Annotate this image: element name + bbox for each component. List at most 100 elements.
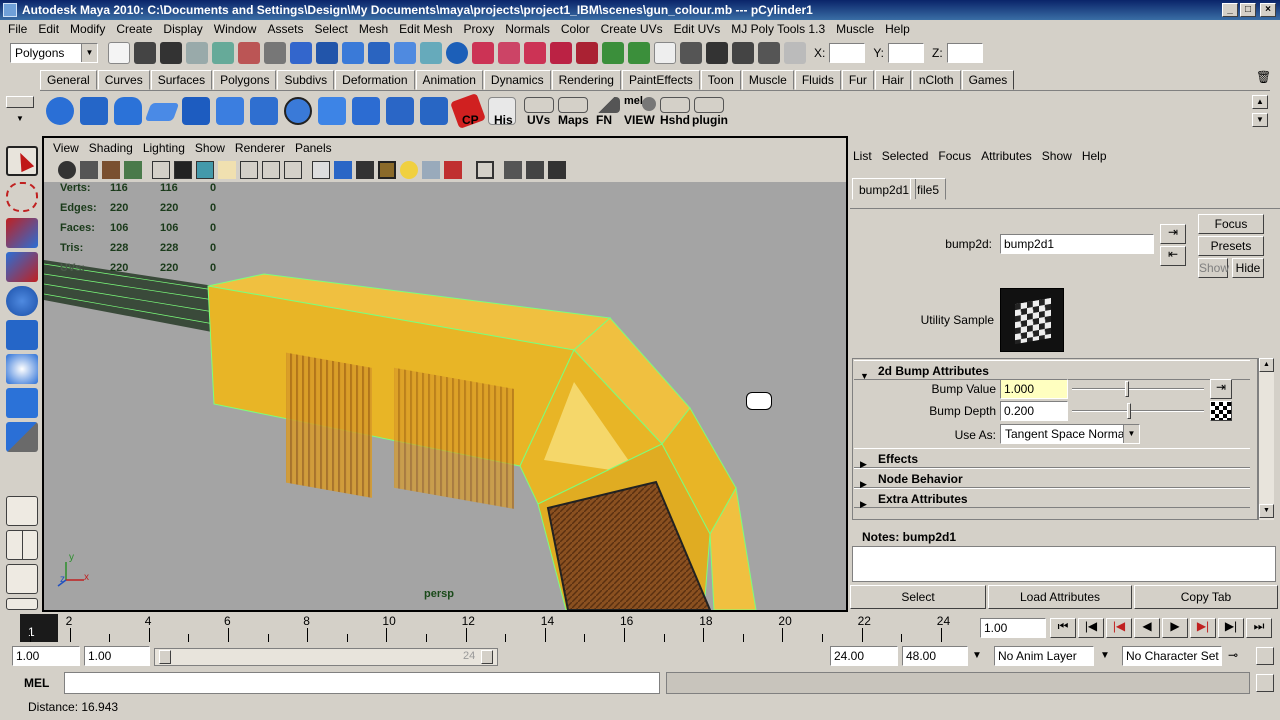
select-dynamics-icon[interactable] xyxy=(368,42,390,64)
poly-cube-icon[interactable] xyxy=(80,97,108,125)
minimize-button[interactable]: _ xyxy=(1222,3,1238,17)
z-field[interactable] xyxy=(946,43,983,63)
input-history-icon[interactable] xyxy=(602,42,624,64)
menu-color[interactable]: Color xyxy=(557,20,597,38)
extrude-icon[interactable] xyxy=(250,97,278,125)
transform-input-icon[interactable] xyxy=(784,42,806,64)
character-set-menu-icon[interactable]: ▼ xyxy=(1100,650,1110,661)
key-icon[interactable]: ⊸ xyxy=(1228,648,1238,662)
menu-select[interactable]: Select xyxy=(310,20,354,38)
image-plane-icon[interactable] xyxy=(124,161,142,179)
ae-menu-attributes[interactable]: Attributes xyxy=(976,146,1037,166)
select-curves-icon[interactable] xyxy=(290,42,312,64)
section-node-behavior[interactable]: ▶ Node Behavior xyxy=(854,468,1250,489)
menu-edit-uvs[interactable]: Edit UVs xyxy=(670,20,728,38)
render-current-icon[interactable] xyxy=(680,42,702,64)
extract-icon[interactable] xyxy=(420,97,448,125)
safe-action-icon[interactable] xyxy=(262,161,280,179)
textured-icon[interactable] xyxy=(378,161,396,179)
maps-icon[interactable] xyxy=(558,97,588,113)
shelf-tab-animation[interactable]: Animation xyxy=(415,70,483,90)
lock-selection-icon[interactable] xyxy=(446,42,468,64)
snap-grid-icon[interactable] xyxy=(472,42,494,64)
single-perspective-layout-icon[interactable] xyxy=(6,496,38,526)
select-surfaces-icon[interactable] xyxy=(316,42,338,64)
y-field[interactable] xyxy=(888,43,925,63)
hardware-texturing-icon[interactable] xyxy=(444,161,462,179)
menu-muscle[interactable]: Muscle xyxy=(832,20,881,38)
bump-depth-slider[interactable] xyxy=(1072,401,1204,421)
step-back-key-icon[interactable]: |◀ xyxy=(1106,618,1132,638)
scale-tool-icon[interactable] xyxy=(6,320,38,350)
xray-components-icon[interactable] xyxy=(548,161,566,179)
lights-icon[interactable] xyxy=(400,161,418,179)
mel-gear-icon[interactable] xyxy=(642,97,656,111)
menu-mj-poly-tools-1-3[interactable]: MJ Poly Tools 1.3 xyxy=(727,20,832,38)
gate-mask-icon[interactable] xyxy=(218,161,236,179)
shelf-tab-deformation[interactable]: Deformation xyxy=(335,70,415,90)
menu-proxy[interactable]: Proxy xyxy=(460,20,502,38)
make-live-icon[interactable] xyxy=(576,42,598,64)
ae-menu-selected[interactable]: Selected xyxy=(877,146,934,166)
construction-history-icon[interactable] xyxy=(654,42,676,64)
new-scene-icon[interactable] xyxy=(108,42,130,64)
copy-tab-button[interactable]: Copy Tab xyxy=(1134,585,1278,609)
menu-edit-mesh[interactable]: Edit Mesh xyxy=(395,20,459,38)
anim-layer-field[interactable]: No Anim Layer xyxy=(994,646,1094,666)
presets-button[interactable]: Presets xyxy=(1198,236,1264,256)
range-end-handle[interactable] xyxy=(481,650,493,664)
menu-set-select[interactable]: Polygons ▼ xyxy=(10,43,98,63)
scroll-down-icon[interactable]: ▼ xyxy=(1259,504,1274,518)
uvs-icon[interactable] xyxy=(524,97,554,113)
output-history-icon[interactable] xyxy=(628,42,650,64)
shelf-tab-polygons[interactable]: Polygons xyxy=(213,70,277,90)
go-to-end-icon[interactable]: ⏭ xyxy=(1246,618,1272,638)
select-tool-icon[interactable] xyxy=(6,146,38,176)
shelf-tab-dynamics[interactable]: Dynamics xyxy=(483,70,551,90)
select-rendering-icon[interactable] xyxy=(394,42,416,64)
xray-joints-icon[interactable] xyxy=(526,161,544,179)
shelf-menu-button[interactable] xyxy=(6,96,34,108)
viewport-menu-shading[interactable]: Shading xyxy=(84,138,138,158)
select-deformations-icon[interactable] xyxy=(342,42,364,64)
notes-field[interactable] xyxy=(852,546,1276,582)
step-forward-key-icon[interactable]: ▶| xyxy=(1190,618,1216,638)
perspective-viewport[interactable]: View Shading Lighting Show Renderer Panels xyxy=(42,136,848,612)
menu-assets[interactable]: Assets xyxy=(263,20,310,38)
move-tool-icon[interactable] xyxy=(6,252,38,282)
open-scene-icon[interactable] xyxy=(134,42,156,64)
menu-normals[interactable]: Normals xyxy=(501,20,557,38)
shelf-scroll-up[interactable]: ▲ xyxy=(1252,95,1268,109)
shelf-tab-games[interactable]: Games xyxy=(961,70,1015,90)
section-2d-bump[interactable]: ▼ 2d Bump Attributes xyxy=(854,360,1250,381)
xray-icon[interactable] xyxy=(504,161,522,179)
bookmark-icon[interactable] xyxy=(102,161,120,179)
viewport-menu-renderer[interactable]: Renderer xyxy=(230,138,290,158)
play-forward-icon[interactable]: ▶ xyxy=(1162,618,1188,638)
menu-window[interactable]: Window xyxy=(210,20,264,38)
shelf-tab-ncloth[interactable]: nCloth xyxy=(911,70,961,90)
shelf-tab-fluids[interactable]: Fluids xyxy=(794,70,841,90)
scroll-up-icon[interactable]: ▲ xyxy=(1259,358,1274,372)
output-connections-icon[interactable]: ⇤ xyxy=(1160,246,1186,266)
isolate-select-icon[interactable] xyxy=(476,161,494,179)
viewport-menu-view[interactable]: View xyxy=(48,138,84,158)
hide-button[interactable]: Hide xyxy=(1232,258,1264,278)
focus-button[interactable]: Focus xyxy=(1198,214,1264,234)
shelf-tab-hair[interactable]: Hair xyxy=(874,70,911,90)
section-extra-attributes[interactable]: ▶ Extra Attributes xyxy=(854,488,1250,509)
play-backward-icon[interactable]: ◀ xyxy=(1134,618,1160,638)
menu-display[interactable]: Display xyxy=(159,20,209,38)
ae-menu-list[interactable]: List xyxy=(848,146,877,166)
ae-menu-help[interactable]: Help xyxy=(1077,146,1112,166)
current-time-field[interactable]: 1.00 xyxy=(980,618,1046,638)
menu-edit[interactable]: Edit xyxy=(34,20,66,38)
animation-end-field[interactable]: 48.00 xyxy=(902,646,968,666)
lasso-tool-icon[interactable] xyxy=(6,182,38,212)
ae-menu-focus[interactable]: Focus xyxy=(933,146,976,166)
shelf-tab-fur[interactable]: Fur xyxy=(841,70,874,90)
anim-layer-menu-icon[interactable]: ▼ xyxy=(972,650,982,661)
maximize-button[interactable]: □ xyxy=(1240,3,1256,17)
resolution-gate-icon[interactable] xyxy=(196,161,214,179)
shelf-tab-painteffects[interactable]: PaintEffects xyxy=(621,70,700,90)
